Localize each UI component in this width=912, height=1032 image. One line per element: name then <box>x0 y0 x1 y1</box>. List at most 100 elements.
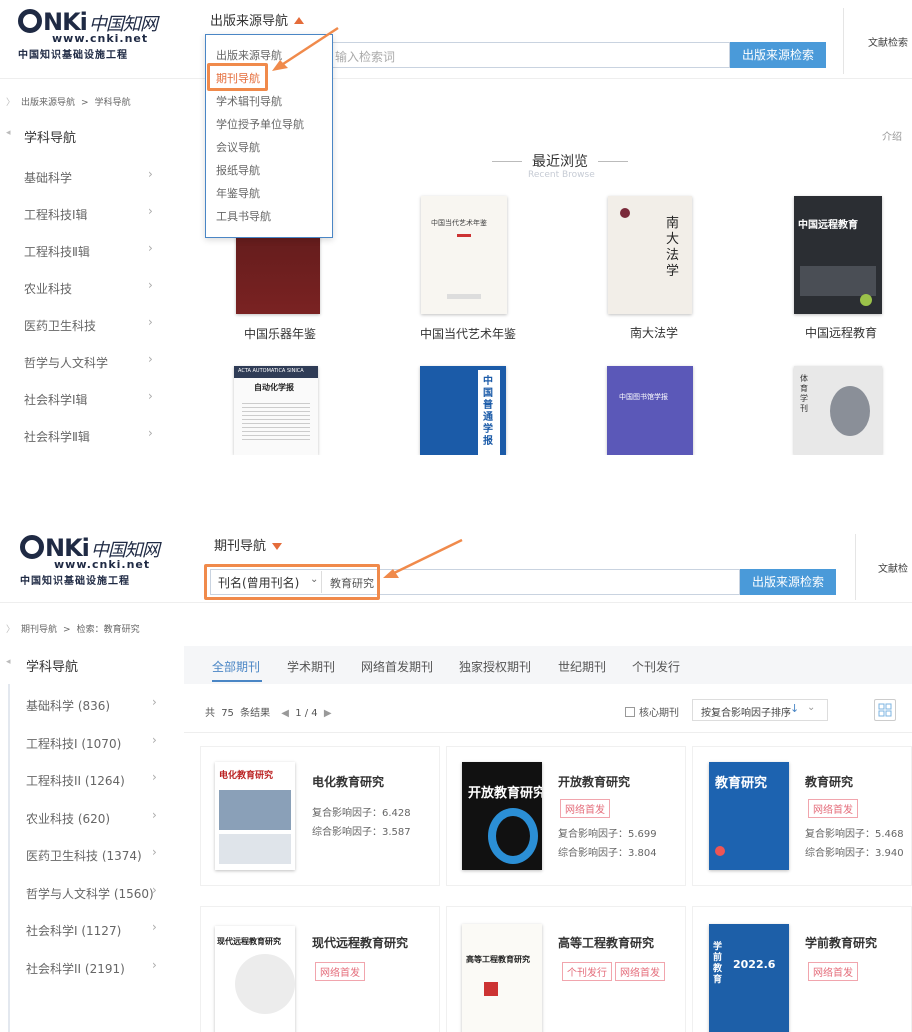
sidebar-item[interactable]: 医药卫生科技 (1374) <box>26 847 142 864</box>
journal-cover[interactable]: 开放教育研究 <box>462 762 542 870</box>
dropdown-item[interactable]: 学位授予单位导航 <box>216 116 304 132</box>
core-journal-filter[interactable]: 核心期刊 <box>625 704 679 719</box>
tab-individual[interactable]: 个刊发行 <box>632 658 680 675</box>
sidebar-item[interactable]: 哲学与人文科学 (1560) <box>26 885 154 902</box>
journal-title[interactable]: 高等工程教育研究 <box>558 934 654 951</box>
sidebar-item[interactable]: 工程科技I (1070) <box>26 735 121 752</box>
search-input[interactable]: 输入检索词 <box>318 42 730 68</box>
sidebar-item[interactable]: 医药卫生科技 <box>24 317 96 334</box>
chevron-right-icon: › <box>148 352 153 366</box>
chevron-right-icon: › <box>152 770 157 784</box>
chevron-right-icon: › <box>148 204 153 218</box>
dropdown-item[interactable]: 学术辑刊导航 <box>216 93 282 109</box>
grid-view-icon[interactable] <box>874 699 896 721</box>
logo-url: www.cnki.net <box>52 32 149 45</box>
tab-exclusive[interactable]: 独家授权期刊 <box>459 658 531 675</box>
dropdown-item[interactable]: 年鉴导航 <box>216 185 260 201</box>
journal-title[interactable]: 开放教育研究 <box>558 773 630 790</box>
logo-tagline: 中国知识基础设施工程 <box>20 576 130 587</box>
chevron-right-icon: › <box>152 733 157 747</box>
search-button[interactable]: 出版来源检索 <box>740 569 836 595</box>
literature-search-link[interactable]: 文献检 <box>878 560 908 575</box>
dropdown-item[interactable]: 会议导航 <box>216 139 260 155</box>
journal-cover[interactable]: 中国图书馆学报 <box>607 366 693 455</box>
search-button[interactable]: 出版来源检索 <box>730 42 826 68</box>
highlight-box <box>204 564 380 600</box>
checkbox-icon[interactable] <box>625 707 635 717</box>
comprehensive-impact-factor: 综合影响因子：3.804 <box>558 848 657 859</box>
breadcrumb-item[interactable]: 出版来源导航 <box>21 98 75 108</box>
collapse-icon[interactable]: ◂ <box>6 128 11 138</box>
tab-academic[interactable]: 学术期刊 <box>287 658 335 675</box>
breadcrumb-item[interactable]: 学科导航 <box>95 98 131 108</box>
cover-title[interactable]: 中国当代艺术年鉴 <box>420 325 516 342</box>
collapse-icon[interactable]: ◂ <box>6 657 11 667</box>
journal-title[interactable]: 电化教育研究 <box>312 773 384 790</box>
cover-text: 学前教育 <box>713 942 723 985</box>
sidebar-item[interactable]: 社会科学II (2191) <box>26 960 125 977</box>
sort-select[interactable]: 按复合影响因子排序 ↓ ⌄ <box>692 699 828 721</box>
sidebar-item[interactable]: 社会科学Ⅰ辑 <box>24 391 88 408</box>
journal-cover[interactable]: 中国普通学报 <box>420 366 506 455</box>
journal-cover[interactable]: 电化教育研究 <box>215 762 295 870</box>
dropdown-item[interactable]: 报纸导航 <box>216 162 260 178</box>
composite-impact-factor: 复合影响因子：5.699 <box>558 829 657 840</box>
nav-dropdown-label: 期刊导航 <box>214 539 267 554</box>
journal-cover[interactable]: 教育研究 <box>709 762 789 870</box>
result-count: 75 <box>221 708 234 719</box>
cover-title[interactable]: 中国远程教育 <box>805 324 877 341</box>
cover-text: 体育学刊 <box>800 374 808 413</box>
sidebar-item[interactable]: 工程科技Ⅱ辑 <box>24 243 90 260</box>
comprehensive-impact-factor: 综合影响因子：3.940 <box>805 848 904 859</box>
prev-page-icon[interactable]: ◀ <box>281 708 289 719</box>
journal-cover[interactable]: 南大法学 <box>608 196 692 314</box>
nav-dropdown-toggle[interactable]: 期刊导航 <box>214 535 283 554</box>
next-page-icon[interactable]: ▶ <box>324 708 332 719</box>
cover-title[interactable]: 南大法学 <box>630 324 678 341</box>
sidebar-item[interactable]: 社会科学Ⅱ辑 <box>24 428 90 445</box>
journal-cover[interactable]: 体育学刊 <box>794 366 882 455</box>
cover-text: 电化教育研究 <box>219 771 274 781</box>
journal-cover[interactable]: 中国当代艺术年鉴 <box>421 196 507 314</box>
sidebar-item[interactable]: 工程科技Ⅰ辑 <box>24 206 88 223</box>
literature-search-link[interactable]: 文献检索 <box>868 34 908 49</box>
breadcrumb-item[interactable]: 期刊导航 <box>21 625 57 635</box>
result-prefix: 共 <box>205 708 215 719</box>
journal-cover[interactable]: 现代远程教育研究 <box>215 926 295 1032</box>
chevron-down-icon: ⌄ <box>807 702 816 713</box>
tab-century[interactable]: 世纪期刊 <box>558 658 606 675</box>
sidebar-list: 基础科学 › 工程科技Ⅰ辑 › 工程科技Ⅱ辑 › 农业科技 › 医药卫生科技 ›… <box>0 155 190 455</box>
seal-icon <box>620 208 630 218</box>
breadcrumb: 〉期刊导航 > 检索：教育研究 <box>6 625 140 635</box>
intro-link[interactable]: 介绍 <box>882 128 902 143</box>
cover-text: ACTA AUTOMATICA SINICA <box>238 368 304 374</box>
sidebar-item[interactable]: 基础科学 (836) <box>26 697 110 714</box>
journal-cover[interactable]: 学前教育 2022.6 <box>709 924 789 1032</box>
badge-online-first: 网络首发 <box>560 799 610 818</box>
journal-cover[interactable]: ACTA AUTOMATICA SINICA 自动化学报 <box>234 366 318 455</box>
caret-up-icon <box>294 17 305 24</box>
journal-cover[interactable]: 中国远程教育 <box>794 196 882 314</box>
sidebar-item[interactable]: 哲学与人文科学 <box>24 354 108 371</box>
tab-online-first[interactable]: 网络首发期刊 <box>361 658 433 675</box>
journal-title[interactable]: 教育研究 <box>805 773 853 790</box>
journal-title[interactable]: 现代远程教育研究 <box>312 934 408 951</box>
cover-text: 中国远程教育 <box>798 220 858 231</box>
heading-rule <box>598 161 628 162</box>
journal-title[interactable]: 学前教育研究 <box>805 934 877 951</box>
sidebar-item[interactable]: 基础科学 <box>24 169 72 186</box>
cover-ornament <box>488 808 538 864</box>
cover-ornament <box>242 400 310 440</box>
cnki-logo[interactable]: NKi 中国知网 www.cnki.net 中国知识基础设施工程 <box>20 534 170 587</box>
journal-cover[interactable]: 高等工程教育研究 <box>462 924 542 1032</box>
sort-select-value: 按复合影响因子排序 <box>701 708 791 719</box>
dropdown-item[interactable]: 工具书导航 <box>216 208 271 224</box>
tab-all-journals[interactable]: 全部期刊 <box>212 658 260 675</box>
sidebar-item[interactable]: 农业科技 <box>24 280 72 297</box>
chevron-right-icon: › <box>148 278 153 292</box>
cnki-logo[interactable]: NKi 中国知网 www.cnki.net 中国知识基础设施工程 <box>18 8 168 61</box>
cover-title[interactable]: 中国乐器年鉴 <box>244 325 316 342</box>
sidebar-item[interactable]: 社会科学I (1127) <box>26 922 121 939</box>
sidebar-item[interactable]: 工程科技II (1264) <box>26 772 125 789</box>
sidebar-item[interactable]: 农业科技 (620) <box>26 810 110 827</box>
